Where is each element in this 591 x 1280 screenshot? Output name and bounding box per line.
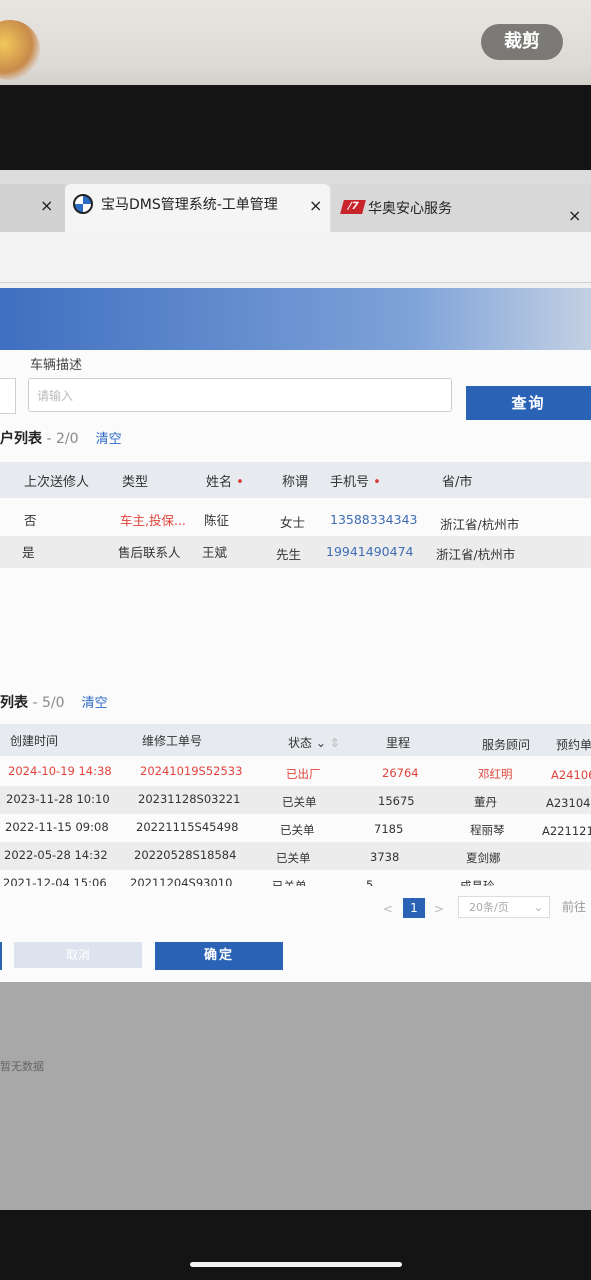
close-icon[interactable]: × [568,206,581,225]
tab-previous[interactable]: × [0,184,65,232]
table-row[interactable]: 2023-11-28 10:10 20231128S03221 已关单 1567… [0,786,591,814]
col-advisor: 服务顾问 [482,738,531,752]
huaao-logo-icon: /7 [340,200,366,214]
chevron-down-icon: ⌄ [533,901,543,914]
previous-input[interactable] [0,378,16,414]
page-size-select[interactable]: 20条/页 ⌄ [458,896,550,918]
monitor-bottom-bezel [0,1210,591,1280]
col-phone: 手机号 • [330,475,381,490]
col-type: 类型 [122,475,149,490]
pager-page-1[interactable]: 1 [403,898,425,918]
order-list-header: 列表 - 5/0 清空 [0,692,108,712]
bmw-logo-icon [73,194,93,214]
sort-icon[interactable]: ⇕ [330,736,340,750]
cancel-button[interactable]: 取消 [14,942,142,968]
col-order-no: 维修工单号 [142,734,203,748]
page-background [0,982,591,1210]
monitor-screen: × 宝马DMS管理系统-工单管理 × /7 华奥安心服务 × 车辆描述 请输入 … [0,170,591,1210]
table-row[interactable]: 2022-11-15 09:08 20221115S45498 已关单 7185… [0,814,591,842]
table-row[interactable]: 否 车主,投保... 陈征 女士 13588334343 浙江省/杭州市 [0,502,591,534]
monitor-bezel [0,85,591,180]
col-mileage: 里程 [386,736,411,750]
table-row[interactable]: 2022-05-28 14:32 20220528S18584 已关单 3738… [0,842,591,870]
customer-clear-link[interactable]: 清空 [96,432,122,447]
tab-label: 宝马DMS管理系统-工单管理 [101,197,278,213]
order-list-count: - 5/0 [28,695,65,711]
home-indicator[interactable] [190,1262,402,1267]
confirm-button[interactable]: 确定 [155,942,283,970]
vehicle-desc-input[interactable]: 请输入 [28,378,452,412]
vehicle-desc-label: 车辆描述 [30,358,83,373]
customer-list-count: - 2/0 [42,431,79,447]
col-created-time: 创建时间 [10,734,59,748]
customer-list-title: 户列表 [0,431,42,447]
left-edge-button[interactable] [0,942,2,970]
col-booking: 预约单 [556,738,591,752]
pager-goto-label: 前往 [562,900,587,914]
app-header [0,288,591,350]
empty-data-text: 暂无数据 [0,1060,44,1073]
tab-bmw-dms[interactable]: 宝马DMS管理系统-工单管理 × [65,184,330,232]
table-row[interactable]: 2021-12-04 15:06 20211204S93010 已关单 5 成昌… [0,870,591,886]
col-province: 省/市 [442,475,473,490]
customer-table-header: 上次送修人 类型 姓名 • 称谓 手机号 • 省/市 [0,462,591,498]
table-row[interactable]: 是 售后联系人 王斌 先生 19941490474 浙江省/杭州市 [0,536,591,568]
tab-huaao[interactable]: /7 华奥安心服务 × [332,184,591,232]
table-row[interactable]: 2024-10-19 14:38 20241019S52533 已出厂 2676… [0,758,591,786]
pager-prev-button[interactable]: < [377,898,399,920]
col-title: 称谓 [282,475,309,490]
pager-next-button[interactable]: > [428,898,450,920]
col-name: 姓名 • [206,475,244,490]
order-table-header: 创建时间 维修工单号 状态 ⌄ ⇕ 里程 服务顾问 预约单 [0,724,591,756]
query-button[interactable]: 查询 [466,386,591,420]
chevron-down-icon: ⌄ [315,736,326,750]
close-icon[interactable]: × [309,196,322,215]
tab-label: 华奥安心服务 [368,201,452,217]
col-status[interactable]: 状态 ⌄ ⇕ [288,734,340,751]
address-bar-area [0,232,591,283]
order-clear-link[interactable]: 清空 [82,696,108,711]
close-icon[interactable]: × [40,196,53,215]
col-last-sender: 上次送修人 [24,475,90,490]
crop-button[interactable]: 裁剪 [481,24,563,60]
customer-list-header: 户列表 - 2/0 清空 [0,428,122,448]
order-list-title: 列表 [0,695,28,711]
